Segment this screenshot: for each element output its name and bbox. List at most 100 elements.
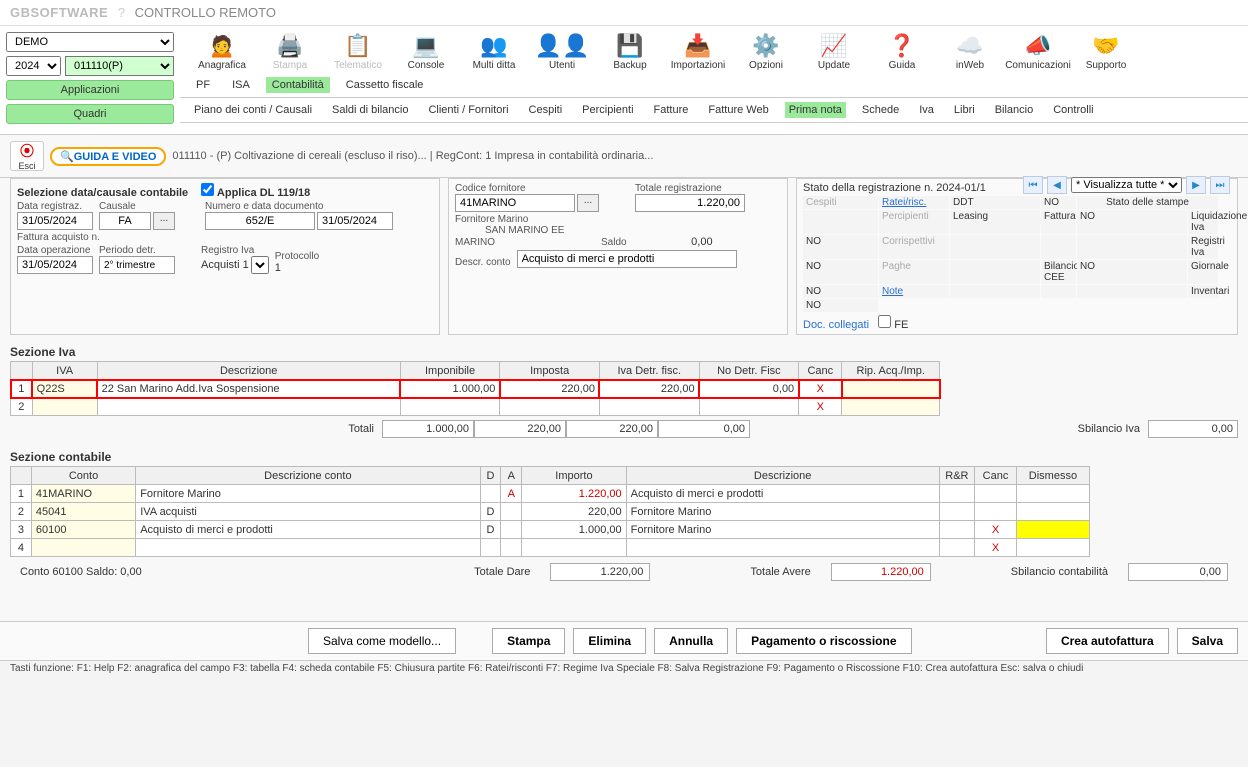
stato-cell[interactable]: Note (879, 285, 949, 298)
iva-descr[interactable] (97, 398, 400, 416)
cont-canc[interactable] (975, 485, 1017, 503)
iva-code[interactable] (32, 398, 97, 416)
cont-descr-conto[interactable]: IVA acquisti (136, 503, 480, 521)
causale-input[interactable] (99, 212, 151, 230)
iva-imp[interactable]: 1.000,00 (400, 380, 500, 398)
subtab-fatture[interactable]: Fatture (650, 102, 693, 118)
guida-video-button[interactable]: 🔍GUIDA E VIDEO (50, 147, 166, 166)
periodo-detr-input[interactable] (99, 256, 175, 274)
ribbon-inweb[interactable]: ☁️inWeb (936, 32, 1004, 71)
subtab-controlli[interactable]: Controlli (1049, 102, 1097, 118)
ribbon-guida[interactable]: ❓Guida (868, 32, 936, 71)
cont-dismesso[interactable] (1016, 521, 1089, 539)
cod-forn-input[interactable] (455, 194, 575, 212)
subtab-iva[interactable]: Iva (915, 102, 938, 118)
iva-detr[interactable] (599, 398, 699, 416)
subtab-prima-nota[interactable]: Prima nota (785, 102, 846, 118)
subtab-saldi-di-bilancio[interactable]: Saldi di bilancio (328, 102, 412, 118)
iva-canc[interactable]: X (799, 380, 842, 398)
doc-collegati-link[interactable]: Doc. collegati (803, 319, 869, 331)
esci-button[interactable]: ⦿ Esci (10, 141, 44, 171)
cont-a[interactable] (501, 503, 522, 521)
ribbon-multi ditta[interactable]: 👥Multi ditta (460, 32, 528, 71)
cont-conto[interactable] (31, 539, 135, 557)
ribbon-console[interactable]: 💻Console (392, 32, 460, 71)
code-select[interactable]: 011110(P) (65, 56, 174, 76)
nav-last[interactable]: ⏭ (1210, 176, 1230, 194)
iva-imposta[interactable]: 220,00 (500, 380, 600, 398)
year-select[interactable]: 2024 (6, 56, 61, 76)
cont-desc[interactable]: Acquisto di merci e prodotti (626, 485, 939, 503)
cont-d[interactable]: D (480, 503, 501, 521)
applicazioni-button[interactable]: Applicazioni (6, 80, 174, 100)
fe-check[interactable] (878, 315, 891, 328)
ribbon-anagrafica[interactable]: 🙍Anagrafica (188, 32, 256, 71)
cont-a[interactable]: A (501, 485, 522, 503)
iva-canc[interactable]: X (799, 398, 842, 416)
stato-cell[interactable]: Ratei/risc. (879, 196, 949, 209)
applica-dl-check[interactable] (201, 183, 214, 196)
subtab-clienti-fornitori[interactable]: Clienti / Fornitori (424, 102, 512, 118)
cont-imp[interactable] (522, 539, 626, 557)
subtab-fatture-web[interactable]: Fatture Web (704, 102, 772, 118)
registro-iva-select[interactable] (251, 256, 269, 274)
cont-desc[interactable]: Fornitore Marino (626, 521, 939, 539)
crea-autofattura-button[interactable]: Crea autofattura (1046, 628, 1169, 654)
cont-conto[interactable]: 60100 (31, 521, 135, 539)
causale-lookup[interactable]: ... (153, 212, 175, 230)
nav-next[interactable]: ▶ (1186, 176, 1206, 194)
iva-grid[interactable]: IVADescrizioneImponibileImpostaIva Detr.… (10, 361, 940, 416)
stampa-button[interactable]: Stampa (492, 628, 565, 654)
cont-dismesso[interactable] (1016, 539, 1089, 557)
cont-rr[interactable] (939, 521, 974, 539)
iva-imposta[interactable] (500, 398, 600, 416)
subtab-cespiti[interactable]: Cespiti (525, 102, 567, 118)
cont-conto[interactable]: 41MARINO (31, 485, 135, 503)
cont-rr[interactable] (939, 485, 974, 503)
cont-desc[interactable]: Fornitore Marino (626, 503, 939, 521)
iva-rip[interactable] (842, 398, 940, 416)
ribbon-update[interactable]: 📈Update (800, 32, 868, 71)
cont-d[interactable] (480, 539, 501, 557)
visualizza-select[interactable]: * Visualizza tutte * (1071, 177, 1182, 193)
remote-control[interactable]: CONTROLLO REMOTO (135, 5, 276, 20)
pag-risc-button[interactable]: Pagamento o riscossione (736, 628, 911, 654)
cont-d[interactable] (480, 485, 501, 503)
ribbon-supporto[interactable]: 🤝Supporto (1072, 32, 1140, 71)
cont-dismesso[interactable] (1016, 485, 1089, 503)
cont-descr-conto[interactable]: Fornitore Marino (136, 485, 480, 503)
cont-imp[interactable]: 1.000,00 (522, 521, 626, 539)
subtab-schede[interactable]: Schede (858, 102, 903, 118)
subtab-percipienti[interactable]: Percipienti (578, 102, 637, 118)
cont-rr[interactable] (939, 539, 974, 557)
cont-dismesso[interactable] (1016, 503, 1089, 521)
iva-rip[interactable] (842, 380, 940, 398)
cont-a[interactable] (501, 539, 522, 557)
cont-canc[interactable]: X (975, 521, 1017, 539)
cont-canc[interactable] (975, 503, 1017, 521)
subtab-libri[interactable]: Libri (950, 102, 979, 118)
numdoc-input[interactable] (205, 212, 315, 230)
subtab-bilancio[interactable]: Bilancio (991, 102, 1038, 118)
tab-cassetto fiscale[interactable]: Cassetto fiscale (340, 77, 430, 93)
annulla-button[interactable]: Annulla (654, 628, 728, 654)
dataop-input[interactable] (17, 256, 93, 274)
cont-conto[interactable]: 45041 (31, 503, 135, 521)
ribbon-backup[interactable]: 💾Backup (596, 32, 664, 71)
iva-nodetr[interactable] (699, 398, 799, 416)
cont-descr-conto[interactable]: Acquisto di merci e prodotti (136, 521, 480, 539)
nav-first[interactable]: ⏮ (1023, 176, 1043, 194)
help-q[interactable]: ? (118, 5, 125, 20)
cont-canc[interactable]: X (975, 539, 1017, 557)
iva-code[interactable]: Q22S (32, 380, 97, 398)
ribbon-utenti[interactable]: 👤👤Utenti (528, 32, 596, 71)
data-reg-input[interactable] (17, 212, 93, 230)
cont-imp[interactable]: 220,00 (522, 503, 626, 521)
descr-conto-input[interactable] (517, 250, 737, 268)
tot-reg-input[interactable] (635, 194, 745, 212)
salva-modello-button[interactable]: Salva come modello... (308, 628, 456, 654)
cont-grid[interactable]: ContoDescrizione contoDAImportoDescrizio… (10, 466, 1090, 557)
cont-rr[interactable] (939, 503, 974, 521)
ribbon-opzioni[interactable]: ⚙️Opzioni (732, 32, 800, 71)
company-select[interactable]: DEMO (6, 32, 174, 52)
